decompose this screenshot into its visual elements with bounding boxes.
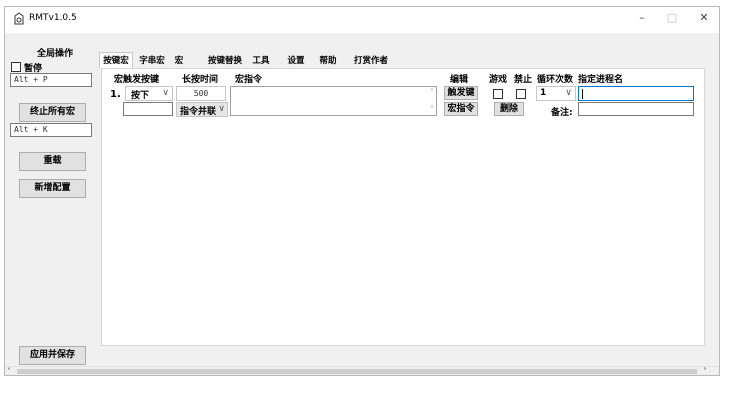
trigger-key-button[interactable]: 触发键 (444, 86, 478, 100)
header-disable: 禁止 (514, 75, 533, 85)
hold-time-value: 500 (193, 89, 209, 98)
tab-string-macro[interactable]: 字串宏 (135, 54, 169, 68)
header-game: 游戏 (489, 75, 508, 85)
reload-button[interactable]: 重载 (19, 152, 86, 171)
text-cursor (582, 89, 583, 99)
scroll-up-icon[interactable]: ˄ (430, 88, 434, 97)
tab-macro[interactable]: 宏 (170, 54, 188, 68)
header-loop-count: 循环次数 (537, 75, 574, 85)
pause-checkbox[interactable] (11, 62, 21, 72)
global-ops-title: 全局操作 (37, 49, 74, 59)
scroll-right-icon[interactable]: ˃ (703, 367, 707, 375)
macro-cmd-textarea[interactable]: ˄ ˅ (230, 86, 437, 116)
pause-hotkey-value: Alt + P (14, 75, 48, 84)
trigger-mode-value: 按下 (131, 91, 150, 101)
header-hold-time: 长按时间 (182, 75, 219, 85)
row-index: 1. (110, 89, 121, 100)
hold-time-input[interactable]: 500 (176, 86, 226, 101)
hscroll-thumb[interactable] (17, 369, 697, 374)
trigger-mode-select[interactable]: 按下 ∨ (125, 86, 173, 101)
minimize-button[interactable]: – (627, 7, 657, 29)
note-input[interactable] (578, 102, 694, 116)
apply-save-button[interactable]: 应用并保存 (19, 346, 86, 365)
header-edit: 编辑 (450, 75, 469, 85)
tab-key-macro[interactable]: 按键宏 (99, 52, 133, 68)
cmd-mode-value: 指令并联 (180, 107, 217, 117)
loop-count-value: 1 (540, 88, 547, 98)
tab-tools[interactable]: 工具 (248, 54, 274, 68)
scroll-down-icon[interactable]: ˅ (430, 105, 434, 114)
delete-button[interactable]: 删除 (494, 102, 524, 116)
app-window: RMTv1.0.5 – □ ✕ 全局操作 暂停 Alt + P 终止所有宏 Al… (4, 6, 720, 376)
macro-cmd-button[interactable]: 宏指令 (444, 102, 478, 116)
horizontal-scrollbar[interactable]: ˂ ˃ (5, 366, 719, 375)
header-trigger-key: 宏触发按键 (114, 75, 160, 85)
process-name-input[interactable] (578, 86, 694, 101)
tab-settings[interactable]: 设置 (283, 54, 309, 68)
chevron-down-icon: ∨ (218, 104, 225, 114)
tab-donate[interactable]: 打赏作者 (349, 54, 393, 68)
loop-count-select[interactable]: 1 ∨ (536, 86, 576, 101)
game-checkbox[interactable] (493, 89, 503, 99)
key-macro-panel: 宏触发按键 长按时间 宏指令 编辑 游戏 禁止 循环次数 指定进程名 1. 按下… (101, 68, 705, 346)
disable-checkbox[interactable] (516, 89, 526, 99)
app-logo-icon (14, 12, 24, 25)
header-process-name: 指定进程名 (578, 75, 624, 85)
note-label: 备注: (551, 108, 573, 118)
tab-key-replace[interactable]: 按键替换 (203, 54, 247, 68)
chevron-down-icon: ∨ (565, 88, 572, 98)
window-title: RMTv1.0.5 (29, 13, 77, 23)
new-config-button[interactable]: 新增配置 (19, 179, 86, 198)
header-macro-cmd: 宏指令 (235, 75, 263, 85)
close-button[interactable]: ✕ (689, 7, 719, 29)
stop-all-button[interactable]: 终止所有宏 (19, 103, 86, 122)
chevron-down-icon: ∨ (162, 88, 169, 98)
stop-hotkey-input[interactable]: Alt + K (10, 123, 92, 137)
maximize-button[interactable]: □ (657, 7, 687, 29)
cmd-mode-select[interactable]: 指令并联 ∨ (176, 102, 228, 117)
title-bar: RMTv1.0.5 – □ ✕ (5, 7, 719, 33)
trigger-key-input[interactable] (123, 102, 173, 116)
pause-hotkey-input[interactable]: Alt + P (10, 73, 92, 87)
tab-help[interactable]: 帮助 (315, 54, 341, 68)
scroll-left-icon[interactable]: ˂ (7, 367, 11, 375)
stop-hotkey-value: Alt + K (14, 125, 48, 134)
